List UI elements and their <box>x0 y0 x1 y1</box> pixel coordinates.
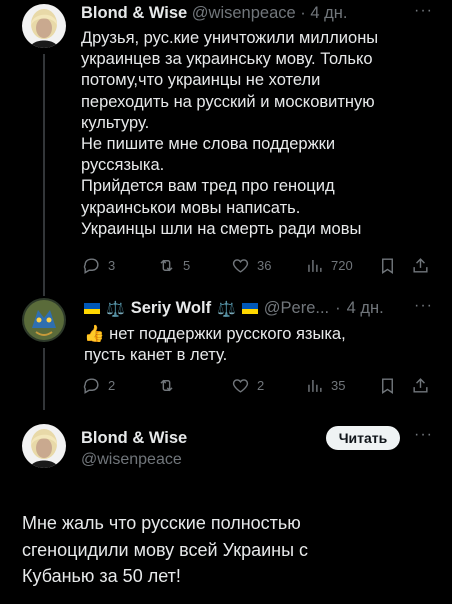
text-line: культуру. <box>81 113 150 132</box>
reply-icon <box>83 378 99 394</box>
author-handle[interactable]: @Pere... <box>264 299 329 318</box>
text-line: украинцев за украинську мову. Только <box>81 50 373 69</box>
text-fragment: нет поддержки русского языка, <box>109 325 346 343</box>
tweet-2-text: 👍 нет поддержки русского языка, пусть ка… <box>84 324 346 366</box>
text-line: сгеноцидили мову всей Украины с <box>22 539 309 560</box>
timestamp[interactable]: 4 дн. <box>347 299 384 318</box>
more-icon[interactable]: ··· <box>414 426 433 444</box>
share-icon <box>413 258 428 273</box>
author-name[interactable]: Blond & Wise <box>81 4 187 22</box>
views-icon <box>308 379 322 392</box>
avatar-seriy-wolf[interactable] <box>22 298 66 342</box>
ukraine-flag-icon <box>84 303 100 314</box>
separator: · <box>335 299 341 317</box>
avatar-blond-wise[interactable] <box>22 424 66 468</box>
text-line: потому,что украинцы не хотели <box>81 71 321 90</box>
reply-count: 3 <box>108 258 116 273</box>
like-count: 2 <box>257 378 265 393</box>
author-name[interactable]: Blond & Wise <box>81 429 187 448</box>
like-count: 36 <box>257 258 272 273</box>
share-button[interactable] <box>411 376 430 395</box>
bookmark-button[interactable] <box>378 376 397 395</box>
like-button[interactable]: 36 <box>231 256 271 275</box>
text-line: руссязыка. <box>81 156 165 175</box>
share-icon <box>413 378 428 393</box>
repost-button[interactable]: 5 <box>157 256 190 275</box>
tweet-1-header: Blond & Wise @wisenpeace · 4 дн. <box>81 4 347 23</box>
bookmark-icon <box>382 378 393 394</box>
views-button[interactable]: 35 <box>305 376 345 395</box>
tweet-1-text: Друзья, рус.кие уничтожили миллионы укра… <box>81 28 378 240</box>
more-icon[interactable]: ··· <box>414 2 433 20</box>
reply-button[interactable]: 2 <box>82 376 115 395</box>
thread-line <box>43 348 45 410</box>
like-icon <box>232 379 249 393</box>
like-icon <box>232 259 249 273</box>
author-handle[interactable]: @wisenpeace <box>192 4 296 22</box>
text-line: переходить на русский и московитную <box>81 92 375 111</box>
ukraine-flag-icon <box>241 303 258 314</box>
timestamp[interactable]: 4 дн. <box>310 4 347 22</box>
text-line: Кубанью за 50 лет! <box>22 566 181 586</box>
bookmark-icon <box>382 258 393 274</box>
bookmark-button[interactable] <box>378 256 397 275</box>
author-handle[interactable]: @wisenpeace <box>81 451 182 469</box>
follow-button[interactable]: Читать <box>326 426 400 450</box>
like-button[interactable]: 2 <box>231 376 264 395</box>
avatar-blond-wise[interactable] <box>22 4 66 48</box>
author-name[interactable]: Seriy Wolf <box>131 299 211 318</box>
reply-count: 2 <box>108 378 116 393</box>
more-icon[interactable]: ··· <box>414 297 433 315</box>
text-line: Прийдется вам тред про геноцид <box>81 177 335 196</box>
views-count: 720 <box>331 258 353 273</box>
repost-count: 5 <box>183 258 191 273</box>
scales-icon: ⚖️ <box>106 300 125 318</box>
tweet-2-header: ⚖️ Seriy Wolf ⚖️ @Pere... · 4 дн. <box>84 299 384 318</box>
separator: · <box>300 4 306 22</box>
text-line: Мне жаль что русские полностью <box>22 513 301 533</box>
views-count: 35 <box>331 378 346 393</box>
share-button[interactable] <box>411 256 430 275</box>
repost-icon <box>160 379 173 392</box>
views-button[interactable]: 720 <box>305 256 353 275</box>
text-line: Не пишите мне слова поддержки <box>81 135 336 154</box>
text-line: 👍 нет поддержки русского языка, <box>84 324 346 345</box>
views-icon <box>308 259 322 272</box>
repost-icon <box>160 259 173 272</box>
text-line: Украинцы шли на смерть ради мовы <box>81 219 362 238</box>
text-line: Друзья, рус.кие уничтожили миллионы <box>81 29 379 47</box>
repost-button[interactable] <box>157 376 176 395</box>
thread-line <box>43 54 45 296</box>
reply-icon <box>83 258 99 274</box>
text-line: пусть канет в лету. <box>84 346 228 365</box>
thumbs-up-icon: 👍 <box>84 325 105 343</box>
reply-button[interactable]: 3 <box>82 256 115 275</box>
scales-icon: ⚖️ <box>217 300 236 318</box>
text-line: украинськои мовы написать. <box>81 198 301 217</box>
tweet-3-text: Мне жаль что русские полностью сгеноциди… <box>22 510 308 590</box>
